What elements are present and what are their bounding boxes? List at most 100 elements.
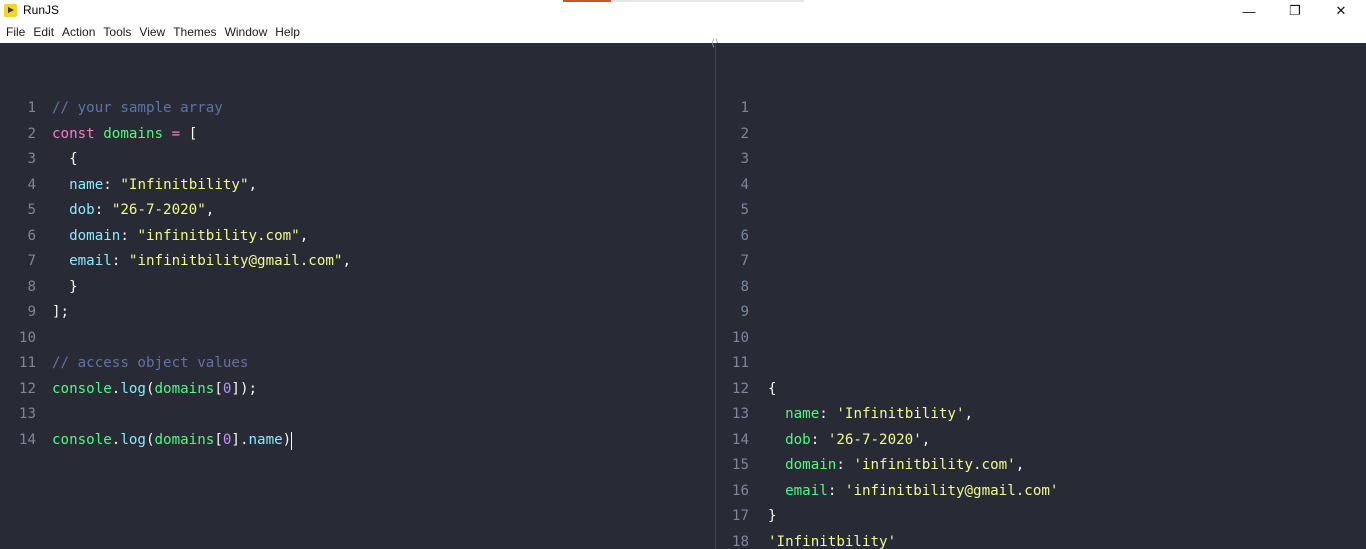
- output-lines: 1 2 3 4 5 6 7 8 9 10 11 12{13 name: 'Infinitbility'…: [716, 96, 1059, 549]
- code-token-punct: ,: [342, 253, 351, 269]
- menu-themes[interactable]: Themes: [169, 22, 220, 43]
- window-title: RunJS: [23, 3, 60, 17]
- line-number: 12: [731, 380, 749, 397]
- code-token-punct: {: [768, 380, 777, 397]
- line-content: name: "Infinitbility",: [52, 173, 257, 199]
- line-content: name: 'Infinitbility',: [768, 402, 973, 428]
- editor-line[interactable]: 8 }: [0, 275, 351, 301]
- editor-line[interactable]: 9];: [0, 300, 351, 326]
- output-line: 17}: [716, 504, 1058, 530]
- editor-line[interactable]: 2 const domains = [: [0, 122, 351, 148]
- code-token-punct: }: [768, 508, 777, 524]
- output-line: 3: [716, 147, 1058, 173]
- menu-view[interactable]: View: [135, 22, 169, 43]
- line-number: 6: [740, 227, 749, 244]
- editor-line[interactable]: 5 dob: "26-7-2020",: [0, 198, 351, 224]
- line-number: 10: [731, 329, 749, 346]
- line-number: 4: [27, 176, 36, 193]
- code-token-fn: log: [120, 380, 146, 397]
- editor-line[interactable]: 3 {: [0, 147, 351, 173]
- code-token-punct: [52, 228, 69, 244]
- runjs-logo-icon: [4, 4, 17, 17]
- editor-line[interactable]: 10: [0, 326, 351, 352]
- line-number: 9: [740, 304, 749, 320]
- menu-action[interactable]: Action: [58, 22, 99, 43]
- code-token-punct: ,: [921, 431, 931, 448]
- line-number: 1: [740, 100, 749, 116]
- editor-line[interactable]: 1 // your sample array: [0, 96, 351, 122]
- code-token-prop: domain: [69, 227, 121, 244]
- line-number: 9: [27, 304, 36, 320]
- line-number: 2: [27, 125, 36, 142]
- output-line: 15 domain: 'infinitbility.com',: [716, 453, 1058, 479]
- menu-file[interactable]: File: [2, 22, 29, 43]
- line-content: {: [768, 377, 777, 403]
- title-bar: RunJS — ❐ ✕: [0, 0, 1366, 22]
- code-token-prop: email: [69, 253, 112, 269]
- line-content: dob: "26-7-2020",: [52, 198, 214, 224]
- editor-line[interactable]: 12 console.log(domains[0]);: [0, 377, 351, 403]
- line-number: 12: [18, 380, 36, 397]
- line-content: }: [768, 504, 777, 530]
- code-token-punct: ]);: [231, 380, 258, 397]
- editor-code-lines[interactable]: 1// your sample array 2 const domains = [3…: [0, 96, 351, 453]
- line-number: 1: [27, 100, 36, 116]
- code-token-punct: [: [214, 380, 223, 397]
- menu-tools[interactable]: Tools: [99, 22, 135, 43]
- code-token-string: '26-7-2020': [827, 431, 922, 448]
- code-token-punct: (: [145, 431, 155, 448]
- code-token-okey: domain: [785, 457, 837, 473]
- code-token-punct: :: [827, 482, 845, 499]
- output-line: 6: [716, 224, 1058, 250]
- code-token-punct: (: [145, 380, 155, 397]
- code-token-punct: ,: [205, 202, 215, 218]
- editor-line[interactable]: 4 name: "Infinitbility",: [0, 173, 351, 199]
- code-token-punct: [768, 457, 785, 473]
- output-line: 10: [716, 326, 1058, 352]
- editor-line[interactable]: 11 // access object values: [0, 351, 351, 377]
- code-token-punct: ,: [1015, 457, 1025, 473]
- menu-edit[interactable]: Edit: [29, 22, 58, 43]
- code-token-okey: dob: [785, 431, 811, 448]
- code-token-punct: :: [819, 406, 837, 422]
- code-token-punct: [95, 126, 104, 142]
- code-token-okey: name: [785, 406, 820, 422]
- line-number: 10: [18, 329, 36, 346]
- code-token-string: 'Infinitbility': [836, 406, 965, 422]
- menu-bar: File Edit Action Tools View Themes Windo…: [0, 22, 1366, 43]
- code-token-punct: :: [120, 227, 138, 244]
- close-button[interactable]: ✕: [1318, 0, 1364, 22]
- line-content: 'Infinitbility': [768, 530, 896, 549]
- code-token-string: "infinitbility@gmail.com": [128, 253, 343, 269]
- code-token-punct: :: [94, 202, 112, 218]
- restore-icon: ❐: [1289, 3, 1301, 18]
- line-number: 7: [27, 253, 36, 269]
- code-editor[interactable]: 1// your sample array 2 const domains = [3…: [0, 43, 715, 549]
- minimize-button[interactable]: —: [1226, 0, 1272, 22]
- code-token-punct: :: [836, 457, 854, 473]
- editor-line[interactable]: 6 domain: "infinitbility.com",: [0, 224, 351, 250]
- code-token-fn: log: [120, 431, 146, 448]
- code-token-var: console: [52, 431, 112, 448]
- minimize-icon: —: [1242, 3, 1256, 19]
- editor-line[interactable]: 7 email: "infinitbility@gmail.com",: [0, 249, 351, 275]
- output-line: 11: [716, 351, 1058, 377]
- line-content: domain: "infinitbility.com",: [52, 224, 308, 250]
- code-token-comment: // access object values: [52, 355, 249, 371]
- editor-line[interactable]: 13: [0, 402, 351, 428]
- line-content: console.log(domains[0].name): [52, 428, 293, 454]
- code-token-punct: ,: [299, 227, 309, 244]
- code-token-var: domains: [154, 380, 215, 397]
- maximize-button[interactable]: ❐: [1272, 0, 1318, 22]
- output-line: 16 email: 'infinitbility@gmail.com': [716, 479, 1059, 505]
- output-line: 13 name: 'Infinitbility',: [716, 402, 1058, 428]
- menu-help[interactable]: Help: [271, 22, 304, 43]
- code-token-string: 'infinitbility.com': [853, 457, 1016, 473]
- editor-line[interactable]: 14 console.log(domains[0].name): [0, 428, 351, 454]
- line-content: domain: 'infinitbility.com',: [768, 453, 1024, 479]
- code-token-punct: [768, 432, 785, 448]
- line-content: email: "infinitbility@gmail.com",: [52, 249, 351, 275]
- code-token-punct: :: [103, 176, 121, 193]
- menu-window[interactable]: Window: [221, 22, 272, 43]
- code-token-punct: ,: [248, 176, 258, 193]
